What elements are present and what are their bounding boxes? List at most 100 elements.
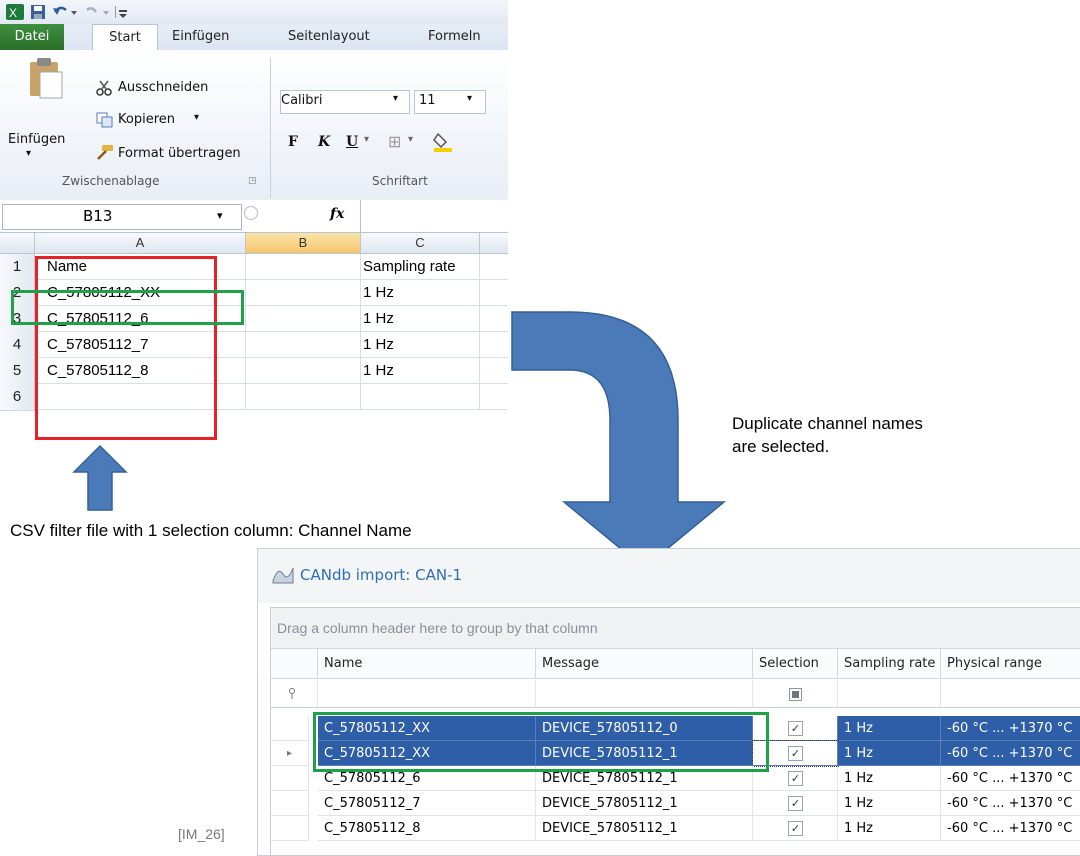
cell-d1[interactable] (480, 254, 508, 280)
selection-checkbox[interactable]: ✓ (788, 721, 803, 736)
current-row-arrow-icon[interactable]: ▸ (271, 741, 309, 766)
cell-selection[interactable]: ✓ (752, 740, 839, 767)
cell-physical-range[interactable]: -60 °C ... +1370 °C (941, 791, 1080, 816)
format-painter-button[interactable]: Format übertragen (118, 146, 241, 161)
chevron-down-icon[interactable]: ▾ (408, 134, 413, 145)
column-header-selection[interactable]: Selection (753, 649, 838, 679)
selection-checkbox[interactable]: ✓ (788, 796, 803, 811)
copy-button[interactable]: Kopieren (118, 112, 175, 127)
row-header[interactable]: 3 (0, 306, 35, 333)
cell-d3[interactable] (480, 306, 508, 332)
clipboard-launcher-icon[interactable]: ◳ (248, 176, 257, 186)
cell-d6[interactable] (480, 384, 508, 410)
table-row[interactable]: C_57805112_7 DEVICE_57805112_1 ✓ 1 Hz -60 °C… (271, 791, 1080, 816)
bold-button[interactable]: F (288, 134, 298, 150)
row-header[interactable]: 2 (0, 280, 35, 307)
cell-sampling-rate[interactable]: 1 Hz (838, 791, 941, 816)
row-header[interactable]: 5 (0, 358, 35, 385)
cell-b2[interactable] (246, 280, 361, 306)
cell-selection[interactable]: ✓ (753, 816, 838, 841)
filter-physical-range[interactable] (941, 680, 1080, 708)
tab-start[interactable]: Start (92, 24, 158, 51)
tab-file[interactable]: Datei (0, 24, 64, 50)
cell-sampling-rate[interactable]: 1 Hz (838, 716, 941, 741)
table-row[interactable]: C_57805112_8 DEVICE_57805112_1 ✓ 1 Hz -60 °C… (271, 816, 1080, 841)
cell-physical-range[interactable]: -60 °C ... +1370 °C (941, 766, 1080, 791)
cell-c1[interactable]: Sampling rate (361, 254, 480, 280)
column-header-name[interactable]: Name (318, 649, 536, 679)
cell-a2[interactable]: C_57805112_XX (35, 280, 246, 306)
row-header[interactable]: 6 (0, 384, 35, 411)
chevron-down-icon[interactable]: ▾ (217, 209, 223, 222)
cell-a5[interactable]: C_57805112_8 (35, 358, 246, 384)
paste-dropdown-icon[interactable]: ▾ (26, 148, 31, 159)
cell-b5[interactable] (246, 358, 361, 384)
cut-button[interactable]: Ausschneiden (118, 80, 208, 95)
chevron-down-icon[interactable]: ▾ (393, 93, 398, 104)
cell-b1[interactable] (246, 254, 361, 280)
column-header-d[interactable] (480, 233, 508, 254)
paste-button[interactable]: Einfügen (8, 132, 65, 147)
cell-message[interactable]: DEVICE_57805112_1 (536, 766, 753, 791)
cell-d2[interactable] (480, 280, 508, 306)
cell-c6[interactable] (361, 384, 480, 410)
cell-sampling-rate[interactable]: 1 Hz (838, 766, 941, 791)
selection-checkbox[interactable]: ✓ (788, 821, 803, 836)
name-box[interactable]: B13 ▾ (2, 204, 242, 230)
customize-toolbar-icon[interactable] (114, 4, 130, 20)
cell-b3[interactable] (246, 306, 361, 332)
font-size-select[interactable]: 11 ▾ (414, 90, 486, 114)
table-row[interactable]: C_57805112_XX DEVICE_57805112_0 ✓ 1 Hz -60 °… (271, 716, 1080, 741)
cell-name[interactable]: C_57805112_6 (318, 766, 536, 791)
row-indicator[interactable] (271, 791, 309, 816)
fill-color-icon[interactable] (432, 130, 454, 152)
tab-formulas[interactable]: Formeln (428, 24, 481, 50)
border-icon[interactable]: ⊞ (388, 132, 401, 151)
save-icon[interactable] (30, 4, 46, 20)
column-header-physical-range[interactable]: Physical range (941, 649, 1080, 679)
table-row[interactable]: C_57805112_6 DEVICE_57805112_1 ✓ 1 Hz -60 °C… (271, 766, 1080, 791)
cell-a3[interactable]: C_57805112_6 (35, 306, 246, 332)
formula-bar-expander-icon[interactable] (244, 206, 258, 220)
column-header-a[interactable]: A (35, 233, 246, 254)
column-header-b[interactable]: B (246, 233, 361, 254)
filter-sampling-rate[interactable] (838, 680, 941, 708)
font-name-select[interactable]: Calibri ▾ (280, 90, 410, 114)
cell-name[interactable]: C_57805112_XX (318, 741, 536, 766)
cell-sampling-rate[interactable]: 1 Hz (838, 816, 941, 841)
italic-button[interactable]: K (318, 134, 330, 150)
column-header-c[interactable]: C (361, 233, 480, 254)
select-all-corner[interactable] (0, 233, 35, 254)
cell-name[interactable]: C_57805112_XX (318, 716, 536, 741)
copy-dropdown-icon[interactable]: ▾ (194, 112, 199, 123)
paste-icon[interactable] (26, 56, 66, 100)
selection-checkbox[interactable]: ✓ (788, 746, 803, 761)
cell-message[interactable]: DEVICE_57805112_1 (536, 791, 753, 816)
cell-name[interactable]: C_57805112_8 (318, 816, 536, 841)
redo-icon[interactable] (84, 4, 110, 20)
cell-c5[interactable]: 1 Hz (361, 358, 480, 384)
row-header[interactable]: 1 (0, 254, 35, 281)
cell-c2[interactable]: 1 Hz (361, 280, 480, 306)
row-indicator[interactable] (271, 766, 309, 791)
cell-c3[interactable]: 1 Hz (361, 306, 480, 332)
cell-physical-range[interactable]: -60 °C ... +1370 °C (941, 716, 1080, 741)
cell-name[interactable]: C_57805112_7 (318, 791, 536, 816)
cell-message[interactable]: DEVICE_57805112_1 (536, 741, 753, 766)
chevron-down-icon[interactable]: ▾ (467, 93, 472, 104)
cell-physical-range[interactable]: -60 °C ... +1370 °C (941, 741, 1080, 766)
cell-selection[interactable]: ✓ (753, 766, 838, 791)
cell-message[interactable]: DEVICE_57805112_0 (536, 716, 753, 741)
underline-button[interactable]: U (346, 134, 358, 150)
cell-a4[interactable]: C_57805112_7 (35, 332, 246, 358)
cell-d5[interactable] (480, 358, 508, 384)
cell-selection[interactable]: ✓ (753, 716, 838, 741)
tab-insert[interactable]: Einfügen (172, 24, 229, 50)
column-header-message[interactable]: Message (536, 649, 753, 679)
cell-b4[interactable] (246, 332, 361, 358)
row-header[interactable]: 4 (0, 332, 35, 359)
cell-physical-range[interactable]: -60 °C ... +1370 °C (941, 816, 1080, 841)
filter-name[interactable] (318, 680, 536, 708)
undo-icon[interactable] (52, 4, 78, 20)
cell-d4[interactable] (480, 332, 508, 358)
